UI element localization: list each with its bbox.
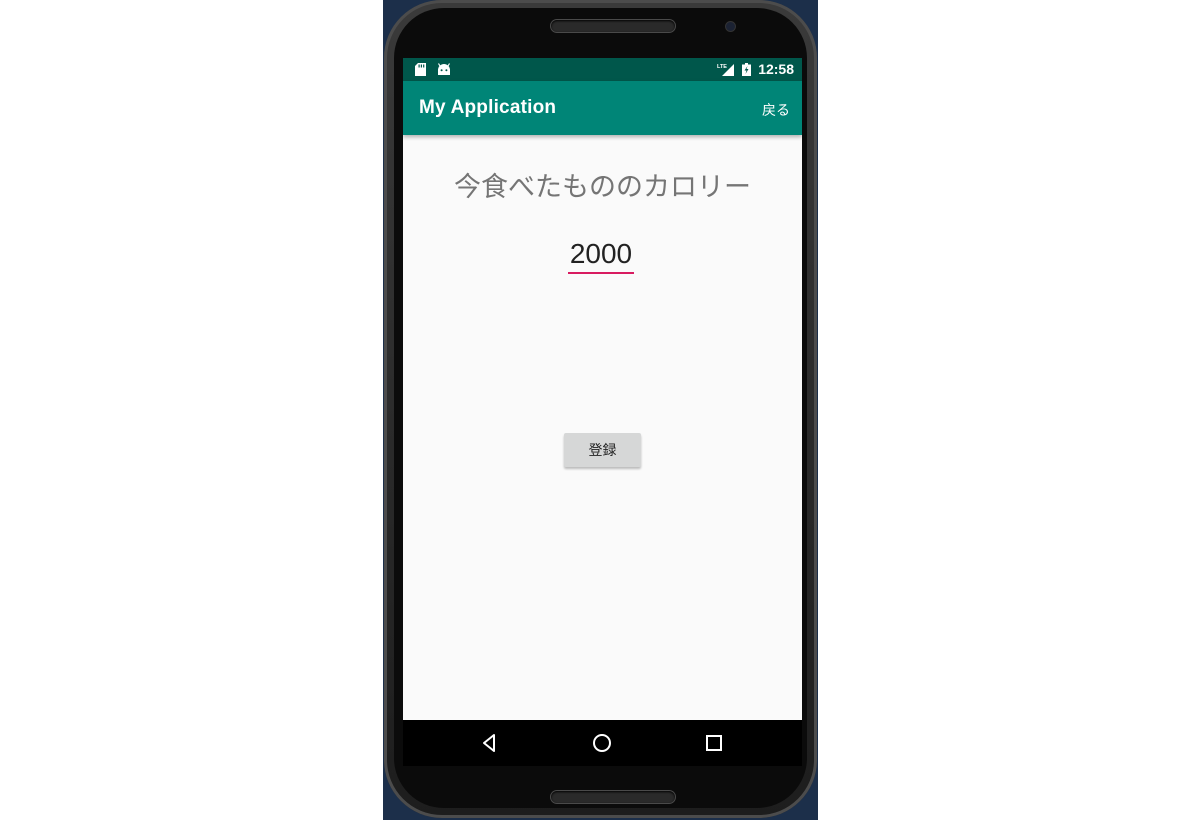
battery-charging-icon <box>742 63 751 76</box>
device-screen: LTE 12:58 My Application 戻る 今食べたもののカロリー … <box>403 58 802 766</box>
calorie-heading: 今食べたもののカロリー <box>454 172 751 203</box>
back-icon[interactable] <box>479 732 501 754</box>
android-icon <box>437 63 451 75</box>
home-icon[interactable] <box>591 732 613 754</box>
back-action-button[interactable]: 戻る <box>762 100 790 120</box>
navigation-bar <box>403 720 802 766</box>
status-time: 12:58 <box>758 61 794 77</box>
svg-text:LTE: LTE <box>717 64 727 70</box>
sd-card-icon <box>415 63 426 76</box>
bottom-speaker <box>551 791 675 803</box>
recents-icon[interactable] <box>703 732 725 754</box>
top-speaker <box>551 20 675 32</box>
app-title: My Application <box>419 97 557 118</box>
front-camera <box>726 22 735 31</box>
register-button[interactable]: 登録 <box>564 433 641 467</box>
app-bar: My Application 戻る <box>403 81 802 135</box>
calorie-input[interactable] <box>568 236 634 274</box>
main-content: 今食べたもののカロリー 登録 <box>403 135 802 720</box>
lte-signal-icon: LTE <box>717 64 734 76</box>
status-bar: LTE 12:58 <box>403 58 802 81</box>
